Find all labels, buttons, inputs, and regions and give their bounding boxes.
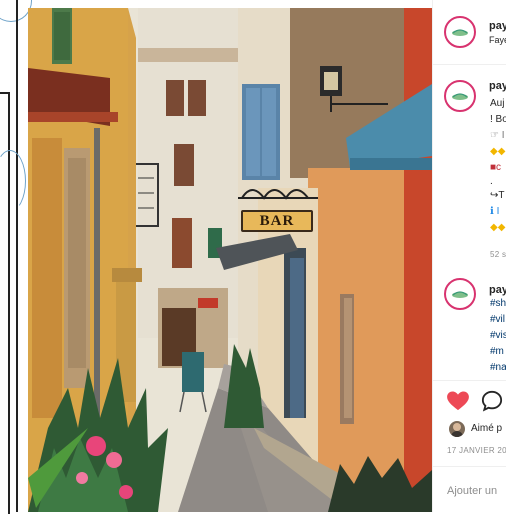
street-scene-image — [28, 8, 432, 512]
caption-line: ◆◆ — [490, 146, 506, 157]
post-date[interactable]: 17 JANVIER 201 — [447, 446, 506, 455]
header-divider — [433, 64, 506, 65]
caption-line: ! Bo — [490, 114, 506, 125]
hashtag-link[interactable]: #m — [490, 346, 504, 357]
account-avatar[interactable] — [444, 16, 476, 48]
heart-icon[interactable] — [447, 391, 469, 411]
comment-bubble-icon[interactable] — [481, 390, 503, 412]
post-photo[interactable]: BAR — [28, 8, 432, 512]
landscape-logo-icon — [452, 29, 468, 36]
decorative-curve — [0, 150, 26, 212]
caption-line: ■c — [490, 162, 502, 173]
liker-avatar[interactable] — [449, 421, 465, 437]
page-border-line — [16, 0, 18, 512]
account-location[interactable]: Faye — [489, 35, 506, 45]
hashtag-link[interactable]: #vis — [490, 330, 506, 341]
post-sidebar: pay Faye pay Auj ! Bo ☞ I ◆◆ ■c . ↪T ℹ I… — [432, 0, 506, 512]
liked-by-text[interactable]: Aimé p — [471, 423, 502, 434]
landscape-logo-icon — [452, 93, 468, 100]
comment-account-name[interactable]: pay — [489, 284, 506, 296]
comment-avatar[interactable] — [444, 278, 476, 310]
caption-timestamp[interactable]: 52 s — [490, 250, 506, 259]
caption-line: ℹ I — [490, 206, 500, 217]
comment-divider — [433, 466, 506, 467]
caption-account-name[interactable]: pay — [489, 80, 506, 92]
caption-line: ↪T — [490, 190, 505, 201]
caption-line: Auj — [490, 98, 505, 109]
account-name[interactable]: pay — [489, 20, 506, 32]
left-page-edge — [0, 0, 32, 514]
hashtag-link[interactable]: #vil — [490, 314, 505, 325]
caption-line: ◆◆ — [490, 222, 506, 233]
caption-avatar[interactable] — [444, 80, 476, 112]
actions-divider — [433, 380, 506, 381]
caption-line: . — [490, 176, 493, 187]
landscape-logo-icon — [452, 291, 468, 298]
add-comment-input[interactable]: Ajouter un — [447, 485, 497, 497]
hashtag-link[interactable]: #na — [490, 362, 506, 373]
bar-sign: BAR — [241, 210, 313, 232]
caption-line: ☞ I — [490, 130, 505, 141]
hashtag-link[interactable]: #sh — [490, 298, 506, 309]
